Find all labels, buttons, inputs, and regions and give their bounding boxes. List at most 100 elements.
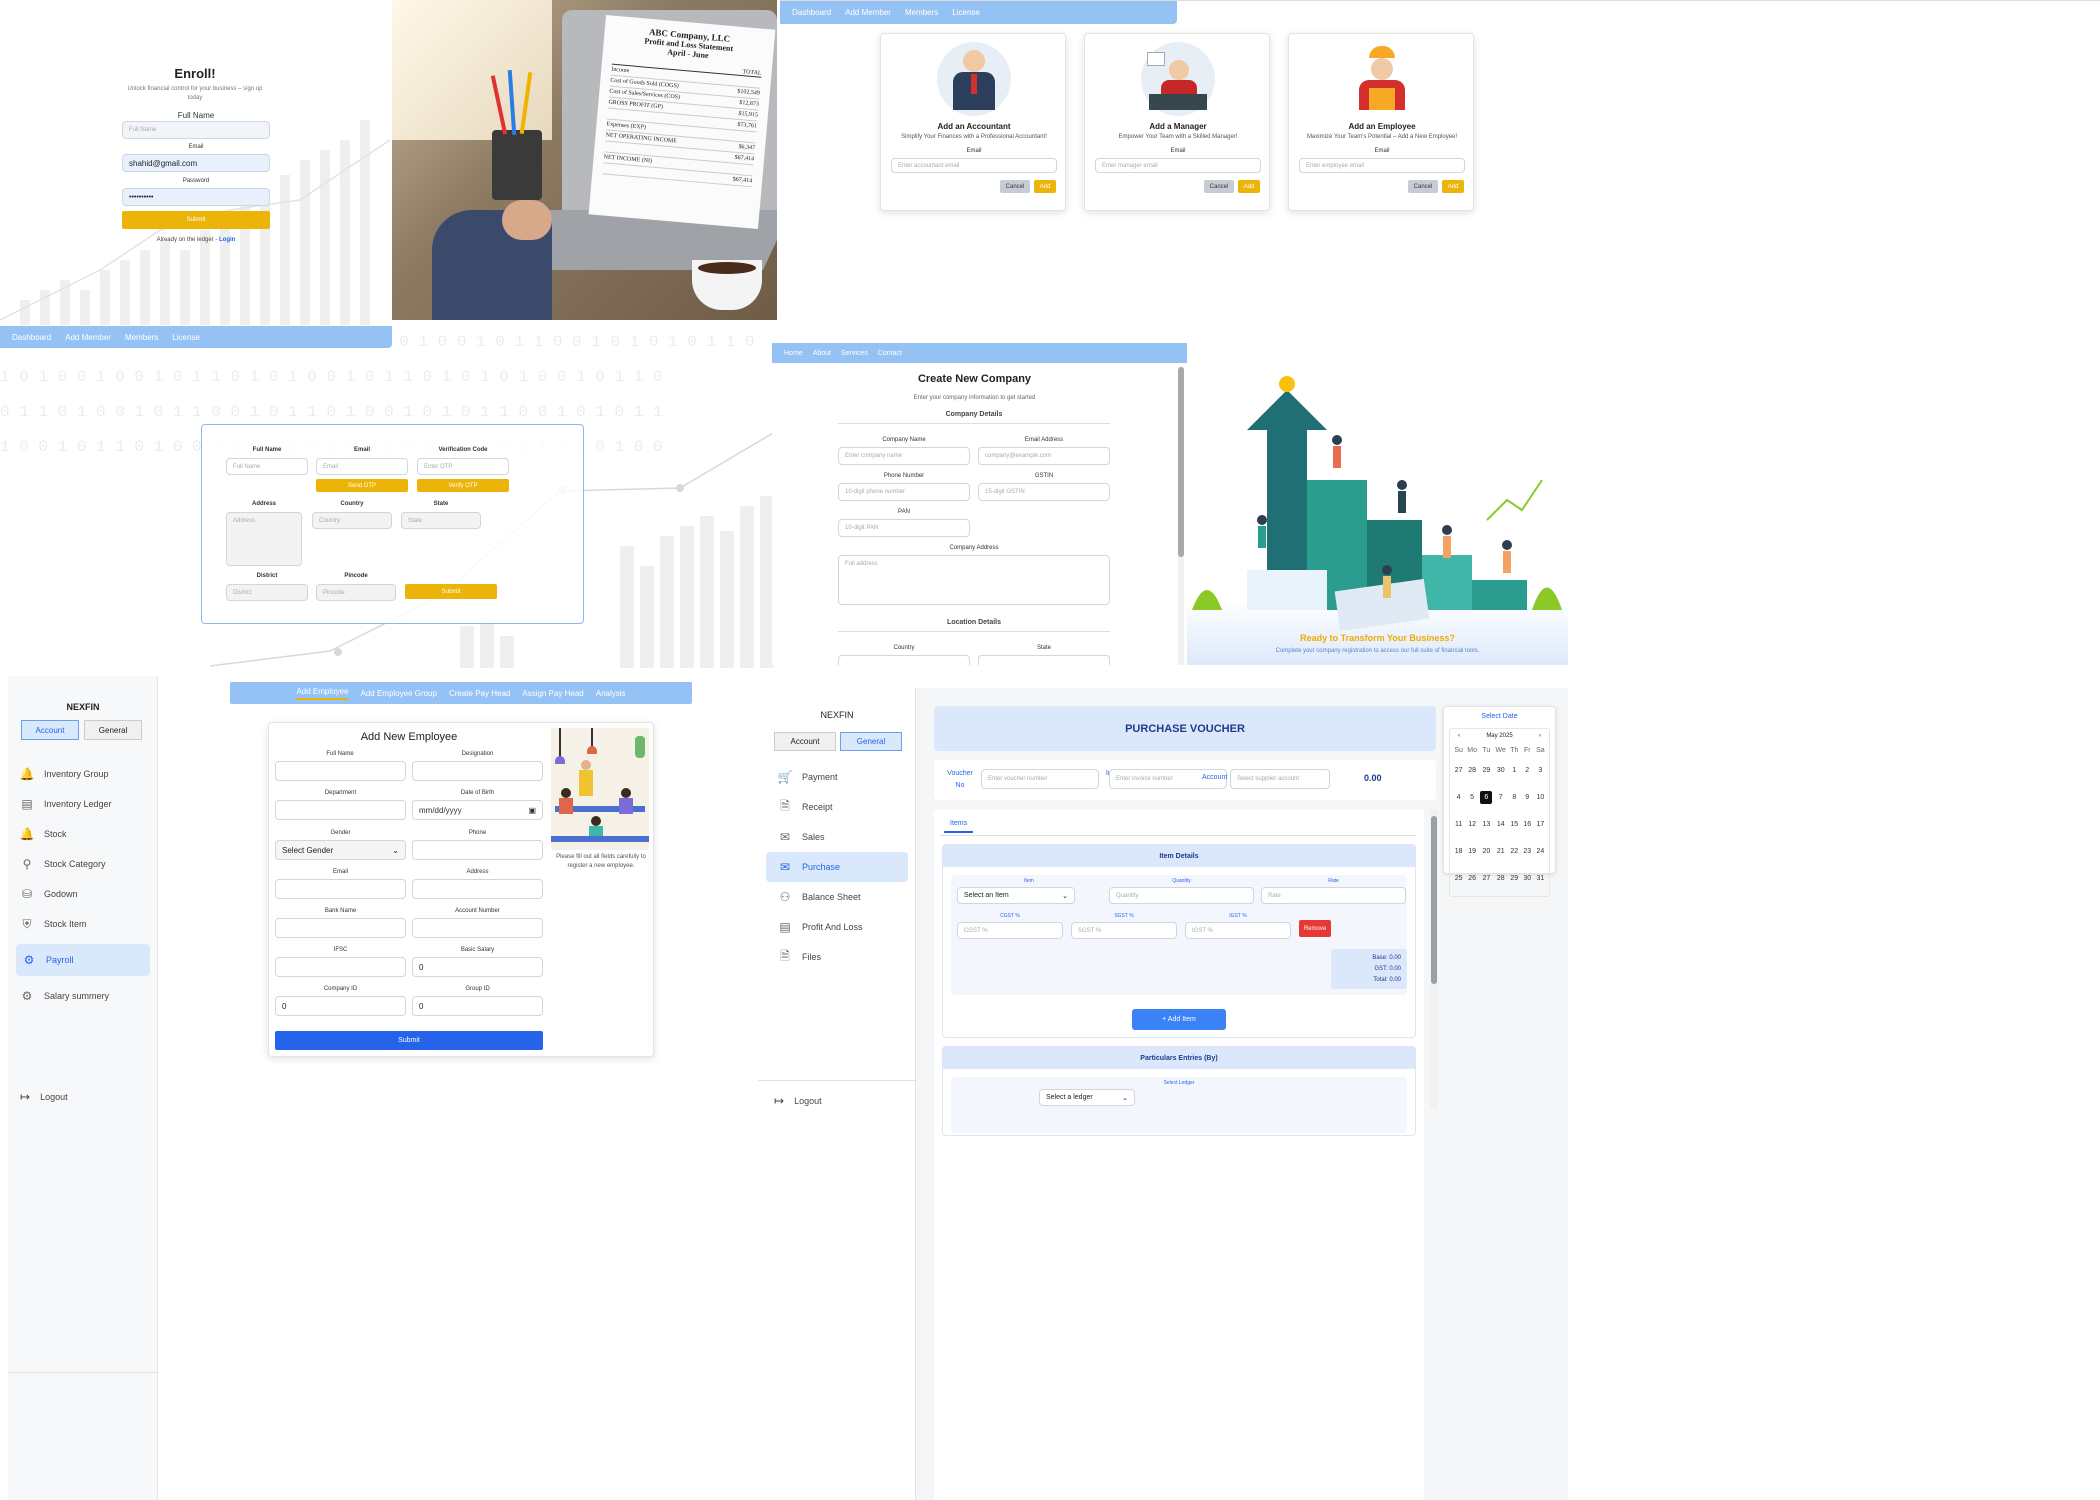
tab-account[interactable]: Account bbox=[774, 732, 836, 751]
calendar-day[interactable]: 2 bbox=[1525, 767, 1529, 774]
tab-general[interactable]: General bbox=[840, 732, 902, 751]
sidebar-item-stock-item[interactable]: ⛨ Stock Item bbox=[8, 904, 158, 944]
employee-submit-button[interactable]: Submit bbox=[275, 1031, 543, 1050]
calendar-day[interactable]: 13 bbox=[1482, 821, 1490, 828]
nav-contact[interactable]: Contact bbox=[878, 350, 902, 357]
tab-create-pay-head[interactable]: Create Pay Head bbox=[449, 689, 510, 698]
company-name-input[interactable]: Enter company name bbox=[838, 447, 970, 465]
nav-members[interactable]: Members bbox=[905, 8, 938, 17]
voucher-no-input[interactable]: Enter voucher number bbox=[981, 769, 1099, 789]
email-input[interactable]: shahid@gmail.com bbox=[122, 154, 270, 172]
member-email-input[interactable]: Email bbox=[316, 458, 408, 475]
calendar-day[interactable]: 12 bbox=[1468, 821, 1476, 828]
sidebar-item-files[interactable]: 🗎 Files bbox=[766, 942, 908, 972]
member-pincode-input[interactable]: Pincode bbox=[316, 584, 396, 601]
nav-about[interactable]: About bbox=[813, 350, 831, 357]
sidebar-item-profit-and-loss[interactable]: ▤ Profit And Loss bbox=[766, 912, 908, 942]
phone-input[interactable] bbox=[412, 840, 543, 860]
password-input[interactable]: •••••••••• bbox=[122, 188, 270, 206]
calendar-day[interactable]: 25 bbox=[1455, 875, 1463, 882]
calendar-day[interactable]: 28 bbox=[1497, 875, 1505, 882]
calendar-day[interactable]: 14 bbox=[1497, 821, 1505, 828]
calendar-day[interactable]: 29 bbox=[1510, 875, 1518, 882]
send-otp-button[interactable]: Send OTP bbox=[316, 479, 408, 492]
company-id-input[interactable]: 0 bbox=[275, 996, 406, 1016]
voucher-scrollbar[interactable] bbox=[1430, 810, 1438, 1108]
nav-license[interactable]: License bbox=[952, 8, 980, 17]
calendar-day[interactable]: 10 bbox=[1536, 794, 1544, 801]
nav-dashboard[interactable]: Dashboard bbox=[792, 8, 831, 17]
calendar-day[interactable]: 28 bbox=[1468, 767, 1476, 774]
full-name-input[interactable]: Full Name bbox=[122, 121, 270, 139]
employee-full-name-input[interactable] bbox=[275, 761, 406, 781]
member-country-input[interactable]: Country bbox=[312, 512, 392, 529]
calendar-day[interactable]: 20 bbox=[1482, 848, 1490, 855]
calendar-day[interactable]: 1 bbox=[1512, 767, 1516, 774]
cgst-input[interactable]: CGST % bbox=[957, 922, 1063, 939]
sidebar-item-purchase[interactable]: ✉ Purchase bbox=[766, 852, 908, 882]
phone-input[interactable]: 10-digit phone number bbox=[838, 483, 970, 501]
sgst-input[interactable]: SGST % bbox=[1071, 922, 1177, 939]
tab-add-employee[interactable]: Add Employee bbox=[296, 687, 349, 700]
remove-button[interactable]: Remove bbox=[1299, 920, 1331, 937]
calendar-day[interactable]: 27 bbox=[1455, 767, 1463, 774]
calendar-day[interactable]: 23 bbox=[1523, 848, 1531, 855]
nav-add-member[interactable]: Add Member bbox=[845, 8, 891, 17]
ifsc-input[interactable] bbox=[275, 957, 406, 977]
tab-account[interactable]: Account bbox=[21, 720, 79, 740]
nav-members[interactable]: Members bbox=[125, 333, 158, 342]
designation-input[interactable] bbox=[412, 761, 543, 781]
sidebar-item-payment[interactable]: 🛒 Payment bbox=[766, 762, 908, 792]
calendar-day[interactable]: 11 bbox=[1455, 821, 1462, 828]
tab-add-employee-group[interactable]: Add Employee Group bbox=[360, 689, 437, 698]
calendar-day[interactable]: 30 bbox=[1523, 875, 1531, 882]
enroll-submit-button[interactable]: Submit bbox=[122, 211, 270, 229]
company-state-select[interactable] bbox=[978, 655, 1110, 665]
company-address-input[interactable]: Full address bbox=[838, 555, 1110, 605]
tab-items[interactable]: Items bbox=[944, 820, 974, 833]
employee-address-input[interactable] bbox=[412, 879, 543, 899]
employee-email-input[interactable] bbox=[275, 879, 406, 899]
employee-cancel-button[interactable]: Cancel bbox=[1408, 180, 1438, 193]
item-select[interactable]: Select an Item ⌄ bbox=[957, 887, 1075, 904]
nav-dashboard[interactable]: Dashboard bbox=[12, 333, 51, 342]
bank-input[interactable] bbox=[275, 918, 406, 938]
dob-input[interactable]: mm/dd/yyyy ▣ bbox=[412, 800, 543, 820]
company-scrollbar[interactable] bbox=[1178, 367, 1184, 665]
nav-add-member[interactable]: Add Member bbox=[65, 333, 111, 342]
member-address-input[interactable]: Address bbox=[226, 512, 302, 566]
nav-services[interactable]: Services bbox=[841, 350, 868, 357]
calendar-day[interactable]: 27 bbox=[1482, 875, 1490, 882]
basic-salary-input[interactable]: 0 bbox=[412, 957, 543, 977]
supplier-account-input[interactable]: Select supplier account bbox=[1230, 769, 1330, 789]
member-submit-button[interactable]: Submit bbox=[405, 584, 497, 599]
sidebar-item-payroll[interactable]: ⚙ Payroll bbox=[16, 944, 150, 976]
logout-row[interactable]: ↦ Logout bbox=[20, 1090, 68, 1104]
calendar-day[interactable]: 29 bbox=[1482, 767, 1490, 774]
calendar-day[interactable]: 5 bbox=[1470, 794, 1474, 801]
nav-home[interactable]: Home bbox=[784, 350, 803, 357]
department-input[interactable] bbox=[275, 800, 406, 820]
calendar-day[interactable]: 7 bbox=[1499, 794, 1503, 801]
manager-add-button[interactable]: Add bbox=[1238, 180, 1260, 193]
sidebar-item-receipt[interactable]: 🗎 Receipt bbox=[766, 792, 908, 822]
calendar-day[interactable]: 18 bbox=[1455, 848, 1463, 855]
calendar-day[interactable]: 3 bbox=[1538, 767, 1542, 774]
logout-row[interactable]: ↦ Logout bbox=[774, 1094, 822, 1108]
accountant-cancel-button[interactable]: Cancel bbox=[1000, 180, 1030, 193]
accountant-add-button[interactable]: Add bbox=[1034, 180, 1056, 193]
otp-input[interactable]: Enter OTP bbox=[417, 458, 509, 475]
employee-add-button[interactable]: Add bbox=[1442, 180, 1464, 193]
employee-email-input[interactable]: Enter employee email bbox=[1299, 158, 1465, 173]
tab-general[interactable]: General bbox=[84, 720, 142, 740]
add-item-button[interactable]: + Add Item bbox=[1132, 1009, 1226, 1030]
pan-input[interactable]: 10-digit PAN bbox=[838, 519, 970, 537]
calendar-day[interactable]: 16 bbox=[1523, 821, 1531, 828]
calendar-day[interactable]: 30 bbox=[1497, 767, 1505, 774]
sidebar-item-balance-sheet[interactable]: ⚇ Balance Sheet bbox=[766, 882, 908, 912]
calendar-day[interactable]: 4 bbox=[1457, 794, 1461, 801]
calendar-day[interactable]: 9 bbox=[1525, 794, 1529, 801]
next-month-icon[interactable]: › bbox=[1539, 733, 1541, 739]
igst-input[interactable]: IGST % bbox=[1185, 922, 1291, 939]
group-id-input[interactable]: 0 bbox=[412, 996, 543, 1016]
